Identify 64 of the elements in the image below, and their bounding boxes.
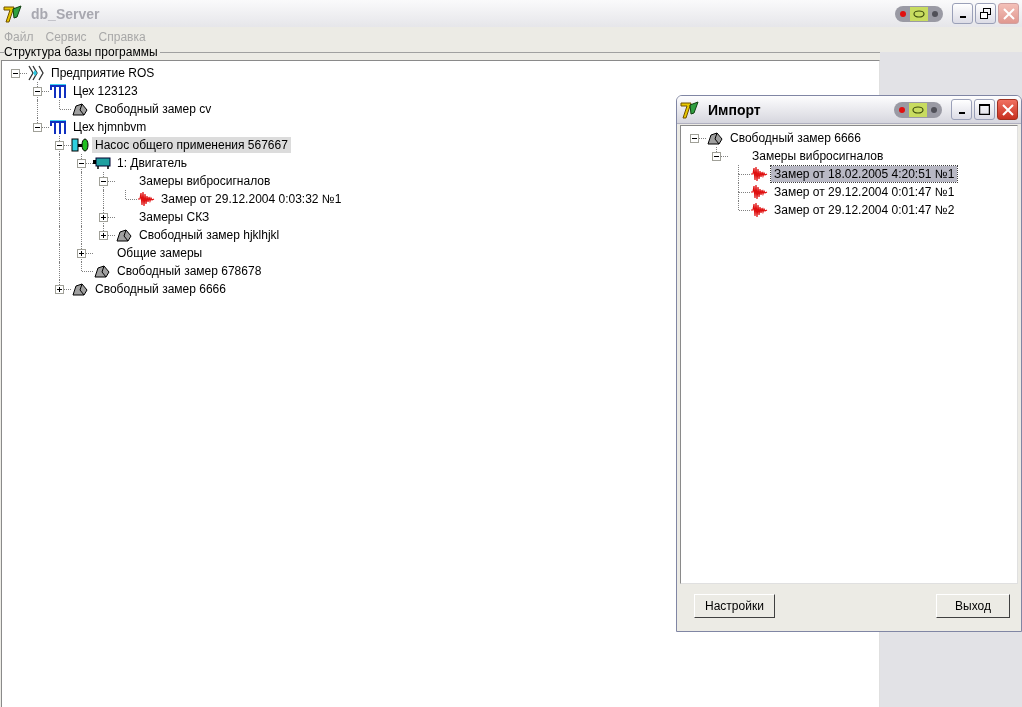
- settings-button[interactable]: Настройки: [694, 594, 775, 618]
- zigzag-icon: [27, 65, 45, 81]
- minimize-icon: [959, 16, 966, 18]
- pump-icon: [71, 137, 89, 153]
- expander-icon[interactable]: [55, 141, 64, 150]
- minimize-button[interactable]: [951, 99, 972, 120]
- expander-icon[interactable]: [11, 69, 20, 78]
- stone-icon: [115, 227, 133, 243]
- waveform-icon: [750, 184, 768, 200]
- waveform-icon: [750, 166, 768, 182]
- minimize-icon: [958, 112, 965, 114]
- group-title: Структура базы программы: [4, 45, 160, 59]
- maximize-button[interactable]: [974, 99, 995, 120]
- stone-icon: [93, 263, 111, 279]
- motor-icon: [93, 155, 111, 171]
- expander-icon[interactable]: [712, 152, 721, 161]
- tree-item[interactable]: Цех 123123: [70, 83, 141, 99]
- stone-icon: [71, 101, 89, 117]
- app-icon: [3, 4, 23, 23]
- expander-icon[interactable]: [33, 87, 42, 96]
- tree-item[interactable]: Общие замеры: [114, 245, 206, 261]
- expander-icon[interactable]: [690, 134, 699, 143]
- tree-item[interactable]: Свободный замер hjklhjkl: [136, 227, 283, 243]
- tree-item[interactable]: Замеры вибросигналов: [136, 173, 274, 189]
- tree-item[interactable]: Цех hjmnbvm: [70, 119, 150, 135]
- minimize-button[interactable]: [952, 3, 973, 24]
- tree-item[interactable]: Предприятие ROS: [48, 65, 158, 81]
- expander-icon[interactable]: [55, 285, 64, 294]
- stone-icon: [706, 130, 724, 146]
- expander-icon[interactable]: [33, 123, 42, 132]
- window-title: db_Server: [31, 5, 100, 22]
- status-pill-icon[interactable]: [893, 99, 943, 120]
- stone-icon: [71, 281, 89, 297]
- tree-item[interactable]: Свободный замер cv: [92, 101, 215, 117]
- expander-icon[interactable]: [99, 213, 108, 222]
- tree-item[interactable]: Замер от 29.12.2004 0:01:47 №2: [771, 202, 958, 218]
- tree-item[interactable]: Замер от 29.12.2004 0:03:32 №1: [158, 191, 345, 207]
- window-title: Импорт: [708, 101, 761, 118]
- tree-item[interactable]: Насос общего применения 567667: [92, 137, 291, 153]
- waveform-icon: [137, 191, 155, 207]
- waveform-icon: [750, 202, 768, 218]
- workshop-icon: [49, 119, 67, 135]
- tree-item[interactable]: Замер от 18.02.2005 4:20:51 №1: [771, 166, 958, 182]
- restore-button[interactable]: [975, 3, 996, 24]
- close-button[interactable]: [997, 99, 1018, 120]
- restore-icon: [980, 8, 991, 19]
- tree-item[interactable]: Замер от 29.12.2004 0:01:47 №1: [771, 184, 958, 200]
- exit-button[interactable]: Выход: [936, 594, 1010, 618]
- expander-icon[interactable]: [77, 159, 86, 168]
- tree-item[interactable]: Замеры вибросигналов: [749, 148, 887, 164]
- close-icon: [1002, 7, 1015, 20]
- expander-icon[interactable]: [77, 249, 86, 258]
- app-icon: [680, 100, 700, 119]
- tree-item[interactable]: Замеры СКЗ: [136, 209, 213, 225]
- expander-icon[interactable]: [99, 177, 108, 186]
- close-icon: [1001, 103, 1014, 116]
- tree-item[interactable]: Свободный замер 6666: [92, 281, 229, 297]
- maximize-icon: [979, 104, 990, 115]
- tree-item[interactable]: 1: Двигатель: [114, 155, 190, 171]
- status-pill-icon[interactable]: [894, 3, 944, 24]
- expander-icon[interactable]: [99, 231, 108, 240]
- workshop-icon: [49, 83, 67, 99]
- tree-item[interactable]: Свободный замер 678678: [114, 263, 265, 279]
- tree-item[interactable]: Свободный замер 6666: [727, 130, 864, 146]
